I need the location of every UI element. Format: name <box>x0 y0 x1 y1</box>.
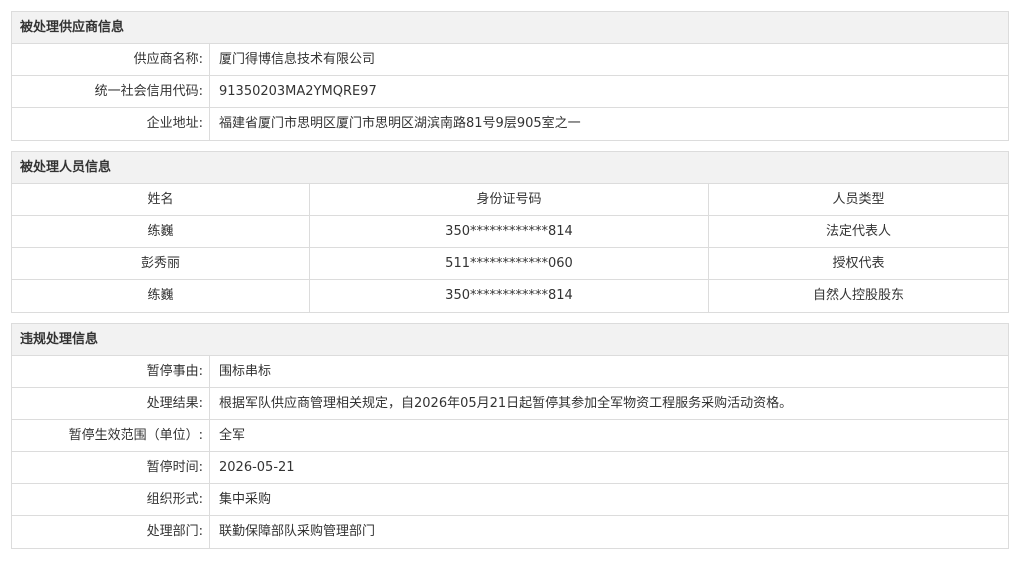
suspension-scope-value: 全军 <box>219 428 246 443</box>
table-row: 彭秀丽 511************060 授权代表 <box>12 248 1008 280</box>
personnel-info-header: 被处理人员信息 <box>12 152 1008 184</box>
violation-info-section: 违规处理信息 暂停事由: 围标串标 处理结果: 根据军队供应商管理相关规定，自2… <box>11 323 1009 549</box>
supplier-name-label: 供应商名称: <box>12 44 210 75</box>
personnel-info-section: 被处理人员信息 姓名 身份证号码 人员类型 练巍 350************… <box>11 151 1009 313</box>
credit-code-label: 统一社会信用代码: <box>12 76 210 107</box>
person-type-cell: 法定代表人 <box>825 224 891 239</box>
person-type-cell: 自然人控股股东 <box>812 288 904 303</box>
suspension-scope-label: 暂停生效范围（单位）: <box>12 420 210 451</box>
credit-code-row: 统一社会信用代码: 91350203MA2YMQRE97 <box>12 76 1008 108</box>
supplier-name-row: 供应商名称: 厦门得博信息技术有限公司 <box>12 44 1008 76</box>
handling-result-label: 处理结果: <box>12 388 210 419</box>
person-name-cell: 练巍 <box>12 216 310 247</box>
handling-result-value: 根据军队供应商管理相关规定，自2026年05月21日起暂停其参加全军物资工程服务… <box>219 396 793 411</box>
person-type-cell: 授权代表 <box>832 256 885 271</box>
suspension-date-row: 暂停时间: 2026-05-21 <box>12 452 1008 484</box>
column-header-name: 姓名 <box>12 184 310 215</box>
suspension-reason-row: 暂停事由: 围标串标 <box>12 356 1008 388</box>
column-header-id-number: 身份证号码 <box>310 184 709 215</box>
table-row: 练巍 350************814 法定代表人 <box>12 216 1008 248</box>
handling-department-value: 联勤保障部队采购管理部门 <box>219 524 376 539</box>
company-address-value: 福建省厦门市思明区厦门市思明区湖滨南路81号9层905室之一 <box>219 116 581 131</box>
handling-department-label: 处理部门: <box>12 516 210 548</box>
table-row: 练巍 350************814 自然人控股股东 <box>12 280 1008 312</box>
person-name-cell: 练巍 <box>12 280 310 312</box>
column-header-person-type: 人员类型 <box>832 192 885 207</box>
supplier-info-section: 被处理供应商信息 供应商名称: 厦门得博信息技术有限公司 统一社会信用代码: 9… <box>11 11 1009 141</box>
suspension-reason-value: 围标串标 <box>219 364 272 379</box>
violation-info-header: 违规处理信息 <box>12 324 1008 356</box>
suspension-date-value: 2026-05-21 <box>219 460 295 475</box>
handling-department-row: 处理部门: 联勤保障部队采购管理部门 <box>12 516 1008 548</box>
organization-form-label: 组织形式: <box>12 484 210 515</box>
supplier-name-value: 厦门得博信息技术有限公司 <box>219 52 376 67</box>
personnel-table-header-row: 姓名 身份证号码 人员类型 <box>12 184 1008 216</box>
supplier-info-header: 被处理供应商信息 <box>12 12 1008 44</box>
person-id-cell: 511************060 <box>310 248 709 279</box>
organization-form-value: 集中采购 <box>219 492 272 507</box>
suspension-date-label: 暂停时间: <box>12 452 210 483</box>
company-address-label: 企业地址: <box>12 108 210 140</box>
person-name-cell: 彭秀丽 <box>12 248 310 279</box>
suspension-scope-row: 暂停生效范围（单位）: 全军 <box>12 420 1008 452</box>
person-id-cell: 350************814 <box>310 280 709 312</box>
suspension-reason-label: 暂停事由: <box>12 356 210 387</box>
organization-form-row: 组织形式: 集中采购 <box>12 484 1008 516</box>
company-address-row: 企业地址: 福建省厦门市思明区厦门市思明区湖滨南路81号9层905室之一 <box>12 108 1008 140</box>
handling-result-row: 处理结果: 根据军队供应商管理相关规定，自2026年05月21日起暂停其参加全军… <box>12 388 1008 420</box>
credit-code-value: 91350203MA2YMQRE97 <box>219 84 377 99</box>
person-id-cell: 350************814 <box>310 216 709 247</box>
